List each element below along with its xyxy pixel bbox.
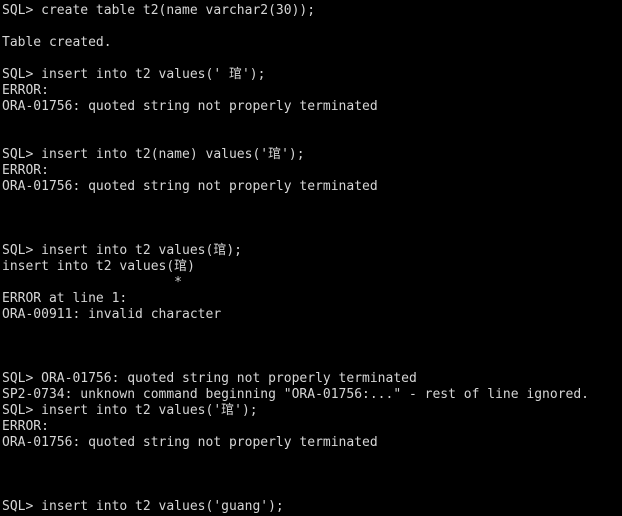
terminal-line: ORA-01756: quoted string not properly te… bbox=[2, 99, 378, 114]
terminal-line: SQL> insert into t2 values(' 琯'); bbox=[2, 67, 266, 82]
terminal-line: SQL> ORA-01756: quoted string not proper… bbox=[2, 371, 417, 386]
terminal-line: ERROR: bbox=[2, 419, 49, 434]
terminal-line: ORA-01756: quoted string not properly te… bbox=[2, 435, 378, 450]
terminal-line: SQL> create table t2(name varchar2(30)); bbox=[2, 3, 316, 18]
terminal-line: insert into t2 values(琯) bbox=[2, 259, 196, 274]
terminal-line: SQL> insert into t2 values('guang'); bbox=[2, 499, 284, 514]
terminal-line: SQL> insert into t2(name) values('琯'); bbox=[2, 147, 305, 162]
terminal-line: * bbox=[2, 275, 183, 290]
terminal-line: ERROR: bbox=[2, 163, 49, 178]
terminal-line: ERROR at line 1: bbox=[2, 291, 128, 306]
terminal-line: SQL> insert into t2 values(琯); bbox=[2, 243, 242, 258]
terminal-line: ORA-00911: invalid character bbox=[2, 307, 222, 322]
terminal-line: SP2-0734: unknown command beginning "ORA… bbox=[2, 387, 589, 402]
terminal-line: ORA-01756: quoted string not properly te… bbox=[2, 179, 378, 194]
terminal-line: ERROR: bbox=[2, 83, 49, 98]
terminal-output-pane[interactable]: SQL> create table t2(name varchar2(30));… bbox=[0, 0, 622, 516]
terminal-line: SQL> insert into t2 values('琯'); bbox=[2, 403, 258, 418]
terminal-line: Table created. bbox=[2, 35, 112, 50]
